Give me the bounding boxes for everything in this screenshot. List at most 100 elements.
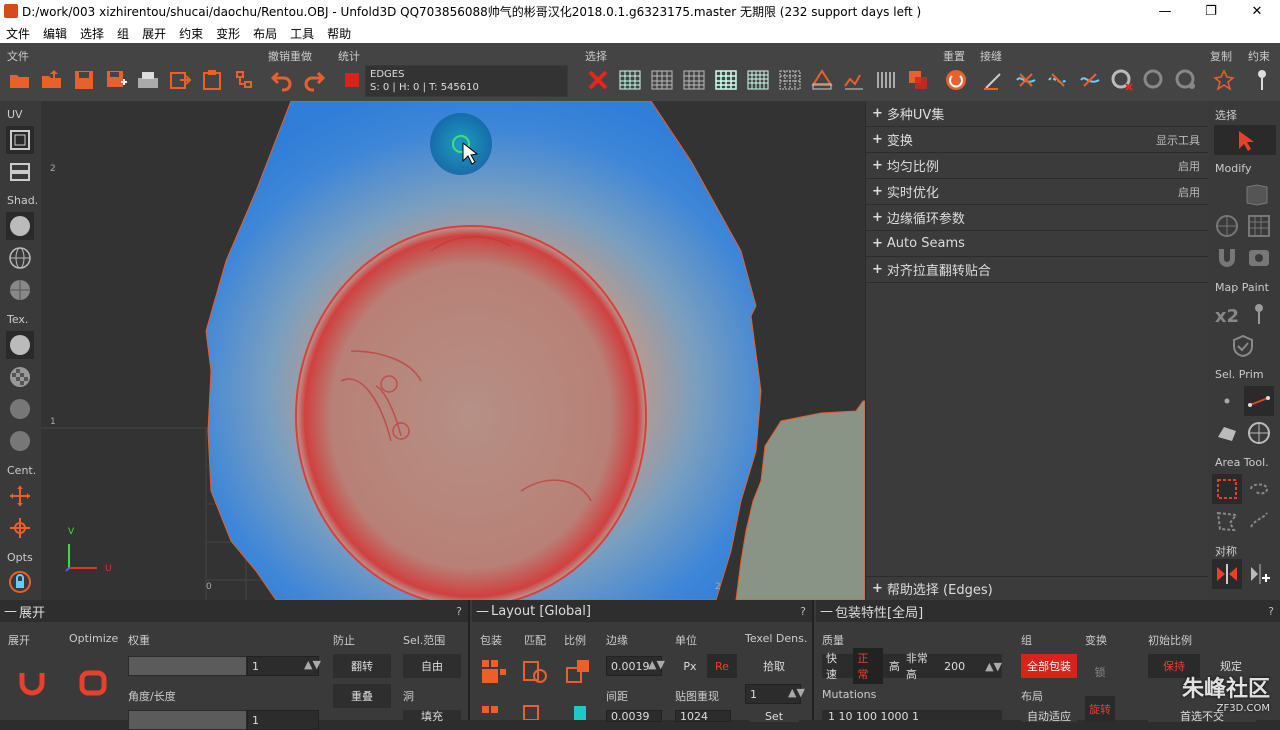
center-pivot-icon[interactable] — [6, 482, 34, 510]
export-icon[interactable] — [136, 68, 160, 92]
section-uniform-scale[interactable]: + 均匀比例 启用 — [866, 153, 1208, 179]
quality-spin-icon[interactable]: ▲▼ — [985, 660, 1002, 673]
spacing-field[interactable]: 0.0039 — [606, 710, 662, 722]
section-live-optimize[interactable]: + 实时优化 启用 — [866, 179, 1208, 205]
rotate-button[interactable]: 旋转 — [1085, 696, 1115, 722]
clipboard-icon[interactable] — [200, 68, 224, 92]
ratio-icon-2[interactable] — [568, 704, 592, 723]
undo-icon[interactable] — [270, 68, 294, 92]
unit-px-button[interactable]: Px — [675, 654, 705, 678]
weight-spin-icon[interactable]: ▲▼ — [304, 658, 321, 671]
layout-panel-header[interactable]: — Layout [Global]? — [472, 600, 812, 622]
mutations-selector[interactable]: 1 10 100 1000 1 — [822, 710, 1002, 722]
menu-edit[interactable]: 编辑 — [43, 25, 67, 42]
edge-mode-icon[interactable] — [1244, 386, 1274, 416]
show-tools-toggle[interactable]: 显示工具 — [1156, 132, 1200, 148]
menu-layout[interactable]: 布局 — [253, 25, 277, 42]
menu-file[interactable]: 文件 — [6, 25, 30, 42]
unfold-u-icon[interactable] — [16, 670, 48, 699]
section-auto-seams[interactable]: + Auto Seams — [866, 231, 1208, 257]
menu-deform[interactable]: 变形 — [216, 25, 240, 42]
poly-select-icon[interactable] — [1212, 506, 1242, 536]
select-grid-4-icon[interactable] — [714, 68, 738, 92]
symmetry-mirror-icon[interactable] — [1212, 559, 1242, 589]
pack-panel-header[interactable]: — 包装特性[全局]? — [816, 600, 1280, 622]
pack-icon[interactable] — [480, 658, 508, 689]
export-uv-icon[interactable] — [168, 68, 192, 92]
section-edge-loop-params[interactable]: + 边缘循环参数 — [866, 205, 1208, 231]
center-target-icon[interactable] — [6, 514, 34, 542]
cut-seam-icon[interactable] — [982, 68, 1006, 92]
symmetry-add-icon[interactable] — [1244, 559, 1274, 589]
select-grid-2-icon[interactable] — [650, 68, 674, 92]
rect-select-icon[interactable] — [1212, 474, 1242, 504]
angle-slider[interactable] — [128, 710, 247, 730]
lock-options-icon[interactable] — [6, 568, 34, 596]
close-button[interactable]: ✕ — [1234, 0, 1280, 23]
weld-seam-icon[interactable] — [1014, 68, 1038, 92]
uv-frame-icon[interactable] — [6, 126, 34, 154]
loop-seam-icon[interactable] — [1046, 68, 1070, 92]
help-icon[interactable]: ? — [800, 605, 806, 618]
brush-select-icon[interactable] — [1244, 506, 1274, 536]
quality-selector[interactable]: 快速 正常 高 非常高 200 ▲▼ — [822, 648, 1002, 684]
auto-fit-button[interactable]: 自动适应 — [1021, 710, 1077, 722]
reset-icon[interactable] — [944, 68, 968, 92]
select-arrow-icon[interactable] — [1214, 125, 1276, 155]
pack-all-button[interactable]: 全部包装 — [1021, 654, 1077, 678]
copy-tool-icon[interactable] — [1212, 68, 1236, 92]
x2-button[interactable]: x2 — [1212, 301, 1242, 331]
live-optimize-enable[interactable]: 启用 — [1178, 184, 1200, 200]
minimize-button[interactable]: — — [1142, 0, 1188, 23]
unit-re-button[interactable]: Re — [707, 654, 737, 678]
island-mode-icon[interactable] — [1212, 418, 1242, 448]
modify-mesh-icon[interactable] — [1242, 180, 1272, 210]
weight-slider[interactable] — [128, 656, 247, 676]
select-grid-6-icon[interactable] — [778, 68, 802, 92]
quality-value[interactable]: 200 — [944, 660, 965, 673]
redo-icon[interactable] — [302, 68, 326, 92]
import-folder-icon[interactable] — [40, 68, 64, 92]
section-align-straighten[interactable]: + 对齐拉直翻转贴合 — [866, 257, 1208, 283]
menu-tools[interactable]: 工具 — [290, 25, 314, 42]
menu-group[interactable]: 组 — [117, 25, 129, 42]
modify-sphere-icon[interactable] — [1212, 211, 1242, 241]
select-path-icon[interactable] — [842, 68, 866, 92]
select-island-icon[interactable] — [810, 68, 834, 92]
uv-viewport[interactable]: V U 2 1 0 2 — [41, 101, 865, 600]
select-grid-5-icon[interactable] — [746, 68, 770, 92]
save-icon[interactable] — [72, 68, 96, 92]
match-icon[interactable] — [522, 658, 552, 689]
hierarchy-icon[interactable] — [232, 68, 256, 92]
modify-magnet-icon[interactable] — [1212, 243, 1242, 273]
menu-select[interactable]: 选择 — [80, 25, 104, 42]
open-folder-icon[interactable] — [8, 68, 32, 92]
shield-icon[interactable] — [1228, 331, 1258, 361]
texture-sphere-2-icon[interactable] — [6, 395, 34, 423]
paint-pin-icon[interactable] — [1244, 299, 1274, 329]
section-multi-uv-sets[interactable]: + 多种UV集 — [866, 101, 1208, 127]
help-icon[interactable]: ? — [1268, 605, 1274, 618]
free-button[interactable]: 自由 — [403, 654, 461, 678]
menu-help[interactable]: 帮助 — [327, 25, 351, 42]
help-icon[interactable]: ? — [456, 605, 462, 618]
quality-normal[interactable]: 正常 — [853, 648, 883, 684]
maximize-button[interactable]: ❐ — [1188, 0, 1234, 23]
flip-button[interactable]: 翻转 — [333, 654, 391, 678]
wire-sphere-icon[interactable] — [6, 244, 34, 272]
pick-button[interactable]: 拾取 — [749, 654, 799, 678]
quality-very-high[interactable]: 非常高 — [906, 650, 938, 682]
resolution-field[interactable]: 1024 — [675, 710, 731, 722]
menu-unfold[interactable]: 展开 — [142, 25, 166, 42]
uv-layout-icon[interactable] — [6, 158, 34, 186]
modify-stamp-icon[interactable] — [1244, 243, 1274, 273]
quality-high[interactable]: 高 — [889, 658, 900, 674]
seam-tool-2-icon[interactable] — [1142, 68, 1166, 92]
texture-sphere-3-icon[interactable] — [6, 427, 34, 455]
section-help-selection[interactable]: + 帮助选择 (Edges) — [866, 576, 1208, 600]
menu-constraint[interactable]: 约束 — [179, 25, 203, 42]
select-overlap-icon[interactable] — [906, 68, 930, 92]
ratio-icon[interactable] — [565, 658, 593, 689]
seam-tool-1-icon[interactable] — [1110, 68, 1134, 92]
fill-button[interactable]: 填充 — [403, 710, 461, 723]
